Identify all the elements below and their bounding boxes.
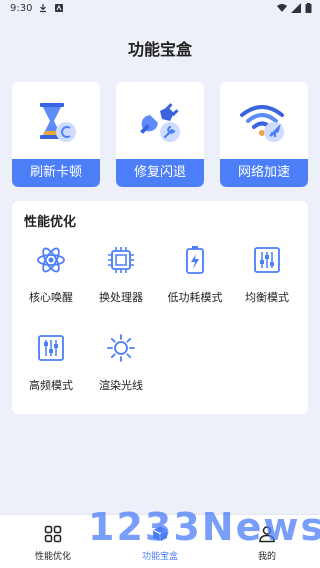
cpu-chip-icon — [108, 247, 134, 273]
tool-high-freq-mode[interactable]: 高频模式 — [14, 333, 88, 403]
network-boost-card[interactable]: 网络加速 — [220, 82, 308, 187]
atom-icon — [37, 247, 65, 273]
sun-icon — [107, 334, 135, 362]
watermark-logo: 1233News — [88, 505, 320, 549]
page-title: 功能宝盒 — [127, 40, 192, 59]
tool-label: 渲染光线 — [99, 379, 143, 392]
tool-core-wake[interactable]: 核心唤醒 — [14, 245, 88, 315]
tool-label: 低功耗模式 — [167, 291, 223, 304]
wifi-rocket-icon — [240, 105, 284, 142]
panel-title: 性能优化 — [24, 215, 77, 230]
app-notification-icon — [55, 4, 63, 12]
fix-crash-label: 修复闪退 — [116, 159, 204, 187]
battery-bolt-icon — [186, 246, 204, 274]
tool-label: 均衡模式 — [245, 291, 289, 304]
fix-crash-card[interactable]: 修复闪退 — [116, 82, 204, 187]
tool-switch-processor[interactable]: 换处理器 — [84, 245, 158, 315]
tool-label: 换处理器 — [99, 291, 143, 304]
refresh-lag-card[interactable]: 刷新卡顿 — [12, 82, 100, 187]
tool-label: 核心唤醒 — [29, 291, 73, 304]
refresh-lag-label: 刷新卡顿 — [12, 159, 100, 187]
download-icon — [40, 4, 46, 13]
grid-icon — [44, 525, 62, 543]
wifi-status-icon — [277, 4, 287, 12]
tool-label: 高频模式 — [29, 379, 73, 392]
status-time: 9:30 — [10, 3, 33, 14]
tool-balanced-mode[interactable]: 均衡模式 — [230, 245, 304, 315]
tool-render-lighting[interactable]: 渲染光线 — [84, 333, 158, 403]
network-boost-label: 网络加速 — [220, 159, 308, 187]
performance-panel: 性能优化 核心唤醒 换处理器 低功耗模式 均衡模式 高频模式 渲染光线 — [12, 201, 308, 414]
status-bar: 9:30 — [0, 0, 320, 18]
tool-low-power-mode[interactable]: 低功耗模式 — [158, 245, 232, 315]
hourglass-refresh-icon — [40, 103, 76, 142]
battery-icon — [305, 3, 312, 13]
sliders-box-icon — [38, 335, 64, 361]
plug-wrench-icon — [140, 103, 180, 142]
sliders-icon — [254, 247, 280, 273]
signal-icon — [291, 3, 301, 13]
